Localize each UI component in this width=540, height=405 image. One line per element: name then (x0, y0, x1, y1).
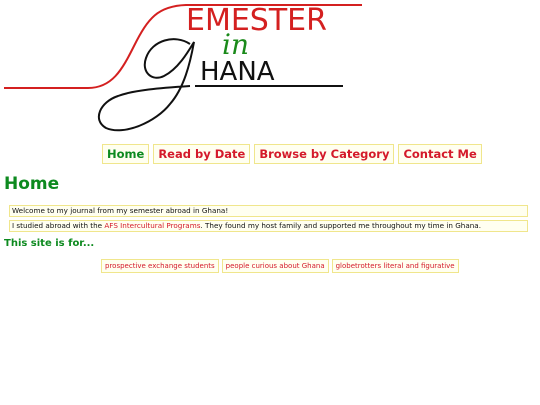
logo-text-ghana: HANA (200, 57, 275, 87)
afs-link[interactable]: AFS Intercultural Programs (104, 221, 200, 230)
tag-prospective-students[interactable]: prospective exchange students (101, 259, 219, 273)
audience-tags: prospective exchange students people cur… (101, 259, 459, 273)
logo-text-semester: EMESTER (186, 3, 327, 38)
site-logo[interactable]: EMESTER in HANA (0, 0, 540, 140)
tag-globetrotters[interactable]: globetrotters literal and figurative (331, 259, 459, 273)
welcome-text: Welcome to my journal from my semester a… (12, 206, 229, 215)
studied-suffix: . They found my host family and supporte… (200, 221, 481, 230)
audience-title: This site is for... (4, 238, 95, 249)
nav-home[interactable]: Home (102, 144, 150, 164)
tag-curious-about-ghana[interactable]: people curious about Ghana (221, 259, 329, 273)
nav-browse-by-category[interactable]: Browse by Category (254, 144, 395, 164)
afs-panel: I studied abroad with the AFS Intercultu… (9, 220, 528, 232)
page-title: Home (4, 174, 60, 194)
welcome-panel: Welcome to my journal from my semester a… (9, 205, 528, 217)
nav-contact-me[interactable]: Contact Me (398, 144, 482, 164)
nav-read-by-date[interactable]: Read by Date (153, 144, 251, 164)
main-nav: Home Read by Date Browse by Category Con… (102, 144, 482, 164)
studied-prefix: I studied abroad with the (12, 221, 105, 230)
